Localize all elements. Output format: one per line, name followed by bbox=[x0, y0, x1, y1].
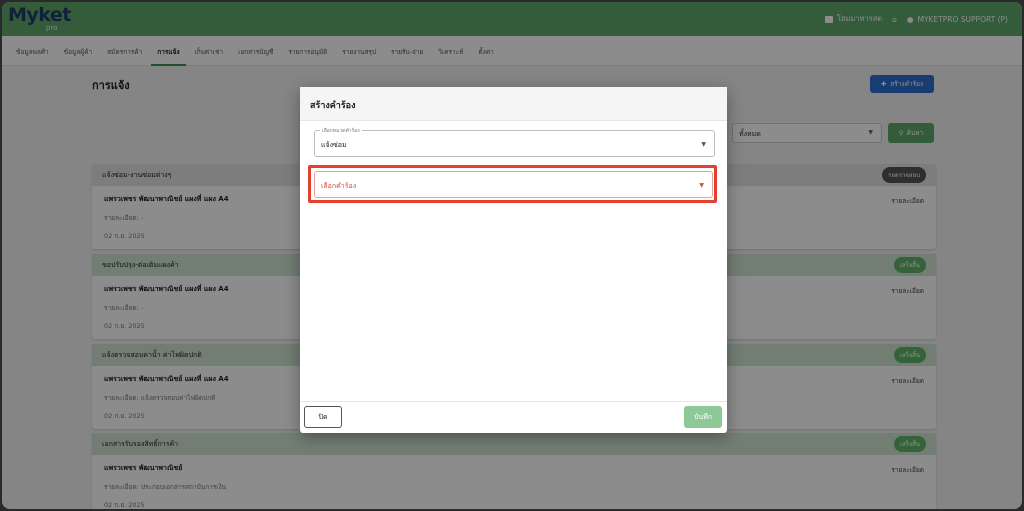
category-value: แจ้งซ่อม bbox=[321, 141, 347, 149]
chevron-down-icon: ▼ bbox=[699, 182, 704, 189]
modal-title: สร้างคำร้อง bbox=[300, 87, 727, 121]
close-button[interactable]: ปิด bbox=[304, 406, 342, 428]
category-label: เลือกหมวดคำร้อง bbox=[320, 127, 362, 135]
request-select[interactable]: เลือกคำร้อง ▼ bbox=[314, 171, 713, 198]
chevron-down-icon: ▼ bbox=[701, 141, 706, 148]
category-select[interactable]: เลือกหมวดคำร้อง แจ้งซ่อม ▼ bbox=[314, 127, 715, 157]
save-button[interactable]: บันทึก bbox=[684, 406, 722, 428]
modal-footer: ปิด บันทึก bbox=[300, 401, 727, 433]
create-request-modal: สร้างคำร้อง เลือกหมวดคำร้อง แจ้งซ่อม ▼ เ… bbox=[300, 87, 727, 433]
app-window: Myket pro โฮมมาหารสด ⌂ ● MYKETPRO SUPPOR… bbox=[2, 2, 1022, 509]
request-placeholder: เลือกคำร้อง bbox=[321, 182, 357, 190]
